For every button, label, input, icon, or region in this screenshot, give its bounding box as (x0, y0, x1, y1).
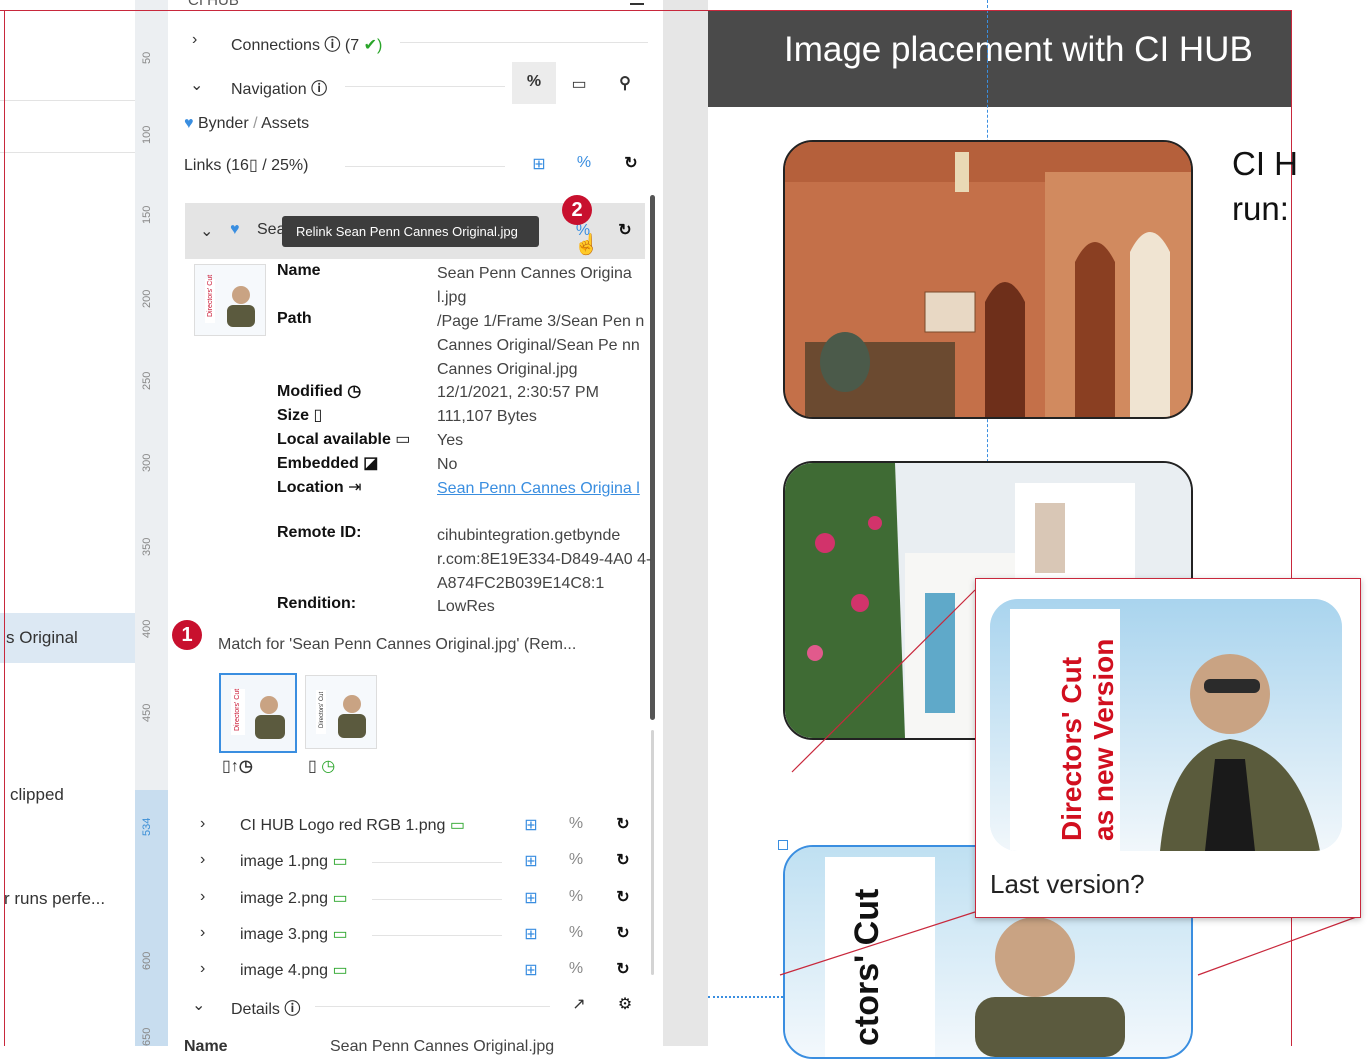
poster-title-line1: Directors' Cut (1056, 656, 1087, 841)
zoom-callout: Directors' Cut as new Version Last versi… (975, 578, 1361, 918)
callout-caption: Last version? (990, 869, 1145, 899)
callout-poster (990, 599, 1342, 851)
poster-image (990, 599, 1342, 851)
poster-title-line2: as new Version (1088, 638, 1119, 841)
